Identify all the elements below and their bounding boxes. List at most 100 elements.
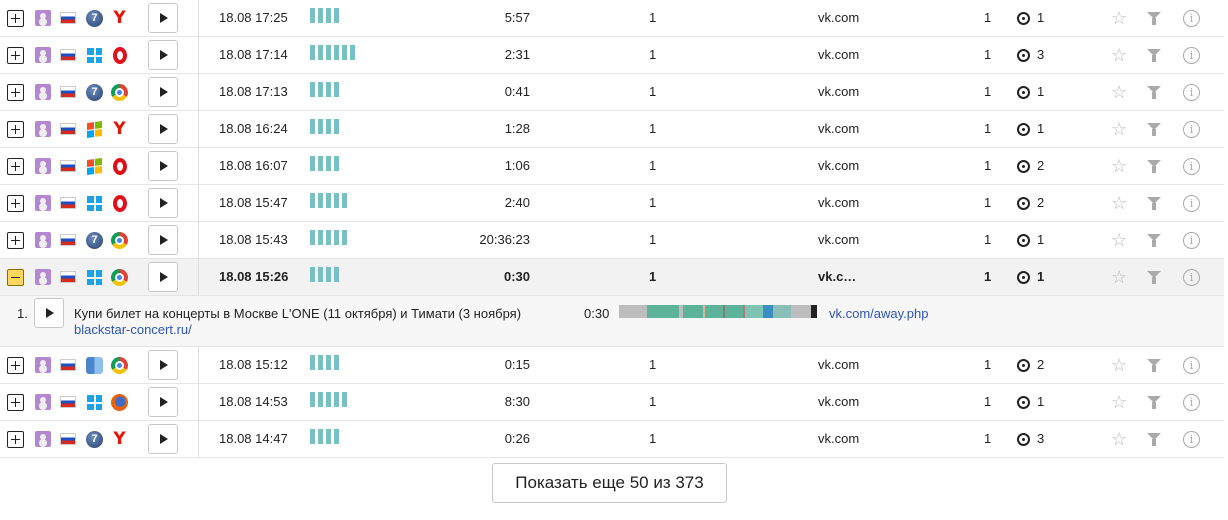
play-recording-button[interactable] bbox=[148, 262, 178, 292]
filter-icon[interactable] bbox=[1147, 86, 1161, 99]
visits-count: 1 bbox=[984, 431, 992, 446]
column-divider bbox=[198, 185, 199, 221]
info-icon[interactable]: i bbox=[1183, 357, 1200, 374]
expand-toggle-icon[interactable] bbox=[7, 84, 24, 101]
expand-toggle-icon[interactable] bbox=[7, 121, 24, 138]
play-recording-button[interactable] bbox=[148, 350, 178, 380]
play-recording-button[interactable] bbox=[148, 40, 178, 70]
star-icon[interactable]: ☆ bbox=[1111, 384, 1127, 420]
activity-bar-segment bbox=[310, 267, 315, 282]
expand-toggle-icon[interactable] bbox=[7, 394, 24, 411]
info-icon[interactable]: i bbox=[1183, 158, 1200, 175]
filter-icon[interactable] bbox=[1147, 12, 1161, 25]
visits-count: 1 bbox=[984, 232, 992, 247]
visit-row[interactable]: 7 Y 18.08 17:25 5:57 1 vk.com 1 1 ☆ i bbox=[0, 0, 1224, 37]
star-icon[interactable]: ☆ bbox=[1111, 111, 1127, 147]
star-icon[interactable]: ☆ bbox=[1111, 74, 1127, 110]
star-icon[interactable]: ☆ bbox=[1111, 185, 1127, 221]
referrer-link[interactable]: vk.com/away.php bbox=[829, 306, 928, 321]
info-icon[interactable]: i bbox=[1183, 269, 1200, 286]
russia-flag-icon bbox=[60, 86, 76, 98]
star-icon[interactable]: ☆ bbox=[1111, 222, 1127, 258]
filter-icon[interactable] bbox=[1147, 49, 1161, 62]
filter-icon[interactable] bbox=[1147, 433, 1161, 446]
star-icon[interactable]: ☆ bbox=[1111, 259, 1127, 295]
play-recording-button[interactable] bbox=[148, 151, 178, 181]
show-more-button[interactable]: Показать еще 50 из 373 bbox=[492, 463, 727, 503]
visit-row[interactable]: Y 18.08 16:24 1:28 1 vk.com 1 1 ☆ i bbox=[0, 111, 1224, 148]
info-icon[interactable]: i bbox=[1183, 84, 1200, 101]
chrome-icon bbox=[111, 269, 128, 286]
expand-toggle-icon[interactable] bbox=[7, 357, 24, 374]
play-recording-button[interactable] bbox=[148, 387, 178, 417]
goals-count: 3 bbox=[1037, 431, 1045, 446]
pageview-url-link[interactable]: blackstar-concert.ru/ bbox=[74, 322, 192, 337]
traffic-source: vk.com bbox=[818, 357, 860, 372]
activity-bars bbox=[310, 392, 347, 412]
yandex-browser-icon: Y bbox=[113, 119, 126, 139]
play-recording-button[interactable] bbox=[148, 114, 178, 144]
column-divider bbox=[198, 111, 199, 147]
filter-icon[interactable] bbox=[1147, 359, 1161, 372]
expand-toggle-icon[interactable] bbox=[7, 232, 24, 249]
play-pageview-button[interactable] bbox=[34, 298, 64, 328]
visit-row[interactable]: 18.08 16:07 1:06 1 vk.com 1 2 ☆ i bbox=[0, 148, 1224, 185]
column-divider bbox=[198, 384, 199, 420]
column-divider bbox=[198, 0, 199, 36]
filter-icon[interactable] bbox=[1147, 271, 1161, 284]
filter-icon[interactable] bbox=[1147, 234, 1161, 247]
activity-bar-segment bbox=[342, 193, 347, 208]
info-icon[interactable]: i bbox=[1183, 47, 1200, 64]
star-icon[interactable]: ☆ bbox=[1111, 37, 1127, 73]
goals-count: 1 bbox=[1037, 10, 1045, 25]
page-views: 1 bbox=[649, 232, 657, 247]
expand-toggle-icon[interactable] bbox=[7, 431, 24, 448]
windows-xp-icon bbox=[86, 157, 103, 176]
visit-row[interactable]: 7 Y 18.08 14:47 0:26 1 vk.com 1 3 ☆ i bbox=[0, 421, 1224, 458]
play-recording-button[interactable] bbox=[148, 188, 178, 218]
info-icon[interactable]: i bbox=[1183, 121, 1200, 138]
info-icon[interactable]: i bbox=[1183, 10, 1200, 27]
play-recording-button[interactable] bbox=[148, 225, 178, 255]
info-icon[interactable]: i bbox=[1183, 431, 1200, 448]
activity-bars bbox=[310, 230, 347, 250]
play-recording-button[interactable] bbox=[148, 77, 178, 107]
visit-duration: 0:30 bbox=[503, 269, 530, 284]
visit-duration: 1:06 bbox=[504, 158, 530, 173]
expand-toggle-icon[interactable] bbox=[7, 195, 24, 212]
traffic-source: vk.com bbox=[818, 10, 860, 25]
expand-toggle-icon[interactable] bbox=[7, 158, 24, 175]
activity-bar-segment bbox=[318, 45, 323, 60]
filter-icon[interactable] bbox=[1147, 123, 1161, 136]
activity-bars bbox=[310, 82, 339, 102]
visit-date: 18.08 15:47 bbox=[219, 195, 288, 210]
activity-bar-segment bbox=[310, 156, 315, 171]
info-icon[interactable]: i bbox=[1183, 232, 1200, 249]
activity-bar-segment bbox=[334, 45, 339, 60]
filter-icon[interactable] bbox=[1147, 396, 1161, 409]
star-icon[interactable]: ☆ bbox=[1111, 0, 1127, 36]
column-divider bbox=[198, 74, 199, 110]
visit-row[interactable]: 7 18.08 15:43 20:36:23 1 vk.com 1 1 ☆ i bbox=[0, 222, 1224, 259]
visit-row[interactable]: 18.08 14:53 8:30 1 vk.com 1 1 ☆ i bbox=[0, 384, 1224, 421]
star-icon[interactable]: ☆ bbox=[1111, 421, 1127, 457]
visit-row[interactable]: 7 18.08 17:13 0:41 1 vk.com 1 1 ☆ i bbox=[0, 74, 1224, 111]
visit-row[interactable]: 18.08 15:47 2:40 1 vk.com 1 2 ☆ i bbox=[0, 185, 1224, 222]
filter-icon[interactable] bbox=[1147, 197, 1161, 210]
expand-toggle-icon[interactable] bbox=[7, 269, 24, 286]
activity-bar-segment bbox=[318, 8, 323, 23]
visit-row[interactable]: 18.08 17:14 2:31 1 vk.com 1 3 ☆ i bbox=[0, 37, 1224, 74]
info-icon[interactable]: i bbox=[1183, 394, 1200, 411]
play-recording-button[interactable] bbox=[148, 424, 178, 454]
expand-toggle-icon[interactable] bbox=[7, 10, 24, 27]
star-icon[interactable]: ☆ bbox=[1111, 148, 1127, 184]
russia-flag-icon bbox=[60, 396, 76, 408]
visit-row[interactable]: 18.08 15:26 0:30 1 vk.c… 1 1 ☆ i bbox=[0, 259, 1224, 296]
play-recording-button[interactable] bbox=[148, 3, 178, 33]
page-views: 1 bbox=[649, 84, 657, 99]
filter-icon[interactable] bbox=[1147, 160, 1161, 173]
info-icon[interactable]: i bbox=[1183, 195, 1200, 212]
expand-toggle-icon[interactable] bbox=[7, 47, 24, 64]
visit-row[interactable]: 18.08 15:12 0:15 1 vk.com 1 2 ☆ i bbox=[0, 347, 1224, 384]
star-icon[interactable]: ☆ bbox=[1111, 347, 1127, 383]
